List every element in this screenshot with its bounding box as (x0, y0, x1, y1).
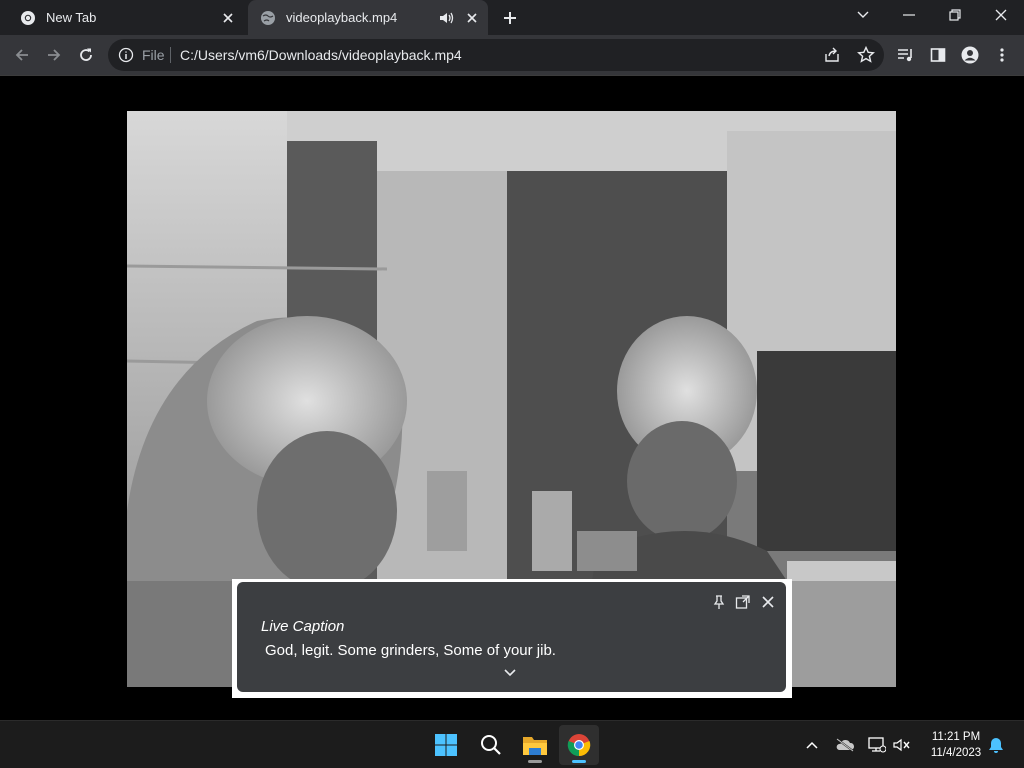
tab-videoplayback[interactable]: videoplayback.mp4 (248, 0, 488, 35)
browser-toolbar: File C:/Users/vm6/Downloads/videoplaybac… (0, 35, 1024, 76)
search-icon (481, 735, 501, 755)
caption-text: God, legit. Some grinders, Some of your … (265, 642, 556, 659)
globe-icon (261, 10, 275, 25)
caption-title: Live Caption (261, 618, 345, 635)
reload-icon (80, 48, 92, 61)
running-indicator (528, 760, 542, 763)
close-window-button[interactable] (978, 0, 1024, 30)
active-indicator (572, 760, 586, 763)
forward-button[interactable] (40, 41, 68, 69)
plus-icon (504, 12, 516, 24)
chevron-up-icon (806, 741, 818, 749)
info-icon[interactable] (118, 47, 134, 63)
minimize-button[interactable] (886, 0, 932, 30)
volume-muted-icon (893, 738, 910, 752)
media-queue-icon (898, 49, 912, 62)
close-icon (995, 9, 1007, 21)
tab-title: New Tab (46, 10, 97, 25)
tab-search-button[interactable] (840, 0, 886, 30)
tab-strip: New Tab videoplayback.mp4 (0, 0, 1024, 35)
network-icon (868, 737, 886, 753)
onedrive-button[interactable] (833, 733, 857, 757)
clock-date: 11/4/2023 (930, 747, 982, 759)
more-vert-icon (1000, 48, 1004, 62)
scheme-label: File (142, 47, 165, 63)
start-icon (435, 734, 457, 756)
new-tab-button[interactable] (498, 6, 522, 30)
divider (170, 47, 171, 63)
tab-title: videoplayback.mp4 (286, 10, 398, 25)
minimize-icon (903, 14, 915, 16)
chrome-icon (567, 734, 591, 757)
system-clock[interactable]: 11:21 PM 11/4/2023 (920, 729, 992, 761)
share-icon[interactable] (822, 45, 842, 65)
close-tab-icon[interactable] (462, 8, 482, 28)
file-explorer-icon (523, 737, 547, 755)
restore-icon (949, 9, 961, 21)
start-button[interactable] (426, 725, 466, 765)
audio-playing-icon[interactable] (438, 10, 456, 26)
network-button[interactable] (865, 733, 889, 757)
chevron-down-icon (857, 11, 869, 18)
bell-icon (989, 738, 1003, 753)
close-tab-icon[interactable] (218, 8, 238, 28)
page-content: Live Caption God, legit. Some grinders, … (0, 77, 1024, 719)
address-bar[interactable]: File C:/Users/vm6/Downloads/videoplaybac… (108, 39, 884, 71)
bookmark-star-icon[interactable] (856, 45, 876, 65)
chrome-taskbar-button[interactable] (559, 725, 599, 765)
close-icon[interactable] (760, 594, 776, 610)
url-text[interactable]: C:/Users/vm6/Downloads/videoplayback.mp4 (180, 47, 462, 63)
reload-button[interactable] (72, 41, 100, 69)
chrome-icon (21, 10, 35, 25)
live-caption-bubble: Live Caption God, legit. Some grinders, … (237, 582, 786, 692)
live-caption-frame: Live Caption God, legit. Some grinders, … (232, 579, 792, 698)
side-panel-icon (930, 48, 946, 62)
notifications-button[interactable] (984, 733, 1008, 757)
search-button[interactable] (471, 725, 511, 765)
arrow-right-icon (48, 49, 61, 61)
arrow-left-icon (15, 49, 28, 61)
back-button[interactable] (8, 41, 36, 69)
profile-button[interactable] (956, 41, 984, 69)
menu-button[interactable] (988, 41, 1016, 69)
tab-new-tab[interactable]: New Tab (8, 0, 244, 35)
media-controls-button[interactable] (892, 41, 920, 69)
side-panel-button[interactable] (924, 41, 952, 69)
restore-button[interactable] (932, 0, 978, 30)
cloud-offline-icon (836, 738, 855, 752)
clock-time: 11:21 PM (931, 731, 981, 743)
volume-button[interactable] (890, 733, 914, 757)
show-hidden-icons-button[interactable] (800, 733, 824, 757)
file-explorer-button[interactable] (515, 725, 555, 765)
chevron-down-icon[interactable] (503, 667, 517, 679)
taskbar: 11:21 PM 11/4/2023 (0, 720, 1024, 768)
profile-icon (961, 46, 979, 64)
pin-icon[interactable] (711, 594, 727, 610)
open-in-new-icon[interactable] (735, 594, 751, 610)
